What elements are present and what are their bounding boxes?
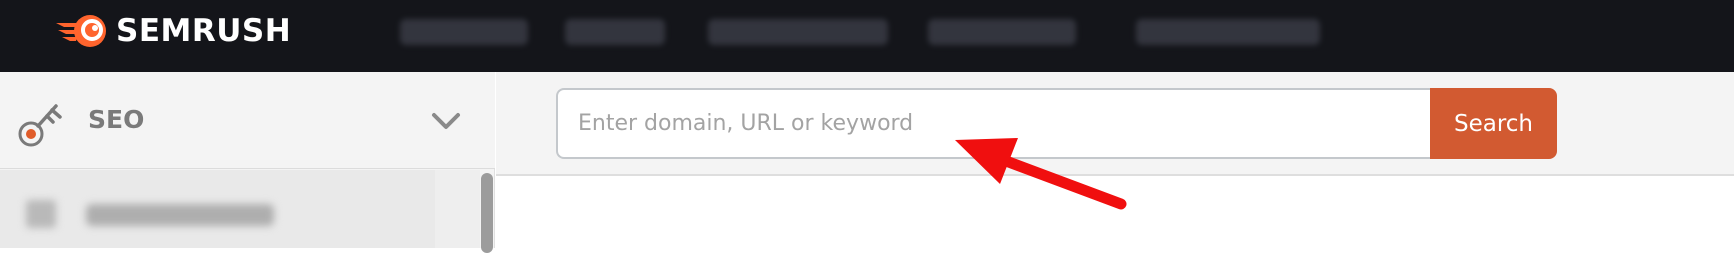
blurred-label <box>86 204 274 226</box>
logo-wordmark: SEMRUSH <box>116 13 292 49</box>
sidebar: SEO <box>0 72 495 253</box>
nav-item-blurred[interactable] <box>565 19 665 45</box>
sidebar-list <box>0 170 480 248</box>
chevron-down-icon[interactable] <box>430 110 462 132</box>
search-button[interactable]: Search <box>1430 88 1557 159</box>
key-icon <box>18 104 62 147</box>
nav-item-blurred[interactable] <box>708 19 888 45</box>
search-input[interactable]: Enter domain, URL or keyword <box>556 88 1430 159</box>
search-placeholder: Enter domain, URL or keyword <box>578 111 914 136</box>
fireball-icon <box>56 15 106 47</box>
blurred-icon <box>26 200 56 228</box>
sidebar-item-blurred[interactable] <box>0 170 435 248</box>
sidebar-scrollbar[interactable] <box>481 173 493 253</box>
top-navigation-bar: SEMRUSH <box>0 0 1734 72</box>
nav-item-blurred[interactable] <box>400 19 528 45</box>
sidebar-section-seo[interactable]: SEO <box>0 72 495 169</box>
sidebar-section-label: SEO <box>88 105 145 134</box>
semrush-logo[interactable]: SEMRUSH <box>52 13 292 49</box>
nav-item-blurred[interactable] <box>1136 19 1320 45</box>
nav-item-blurred[interactable] <box>928 19 1076 45</box>
